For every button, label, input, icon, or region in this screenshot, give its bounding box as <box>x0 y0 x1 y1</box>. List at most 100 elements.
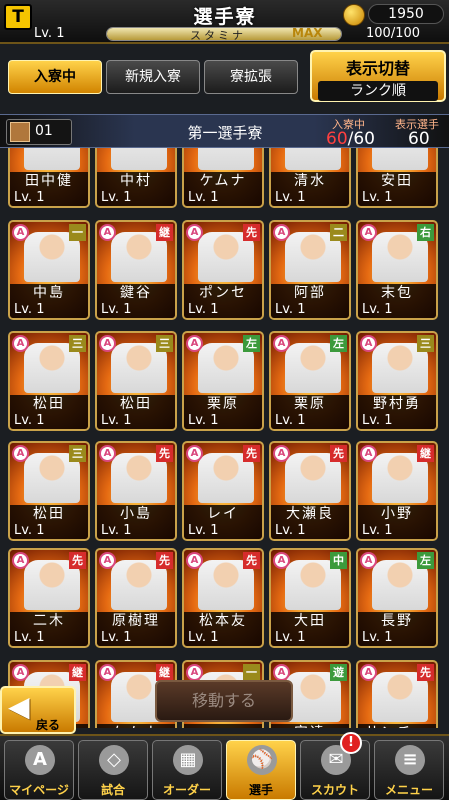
rarity-badge: A <box>99 445 116 462</box>
player-card[interactable]: A 三松田 Lv. 1 <box>8 441 90 541</box>
player-name: 二木 <box>10 612 88 630</box>
player-level: Lv. 1 <box>10 413 88 429</box>
player-level: Lv. 1 <box>358 190 436 206</box>
player-card[interactable]: A 先原樹理 Lv. 1 <box>95 548 177 648</box>
player-name: 小島 <box>97 505 175 523</box>
tab-in-dorm[interactable]: 入寮中 <box>8 60 102 94</box>
position-badge: 継 <box>156 224 173 241</box>
player-level: Lv. 1 <box>184 630 262 646</box>
player-level: Lv. 1 <box>358 523 436 539</box>
player-card[interactable]: A 先レイ Lv. 1 <box>182 441 264 541</box>
nav-item[interactable]: ≡ メニュー <box>374 740 444 800</box>
player-card[interactable]: A 二阿部 Lv. 1 <box>269 220 351 320</box>
rarity-badge: A <box>186 224 203 241</box>
player-level: Lv. 1 <box>97 413 175 429</box>
position-badge: 先 <box>243 224 260 241</box>
player-level: Lv. 1 <box>271 413 349 429</box>
stadium-icon: ◇ <box>99 745 129 775</box>
nav-item[interactable]: ◇ 試合 <box>78 740 148 800</box>
position-badge: 三 <box>69 335 86 352</box>
team-logo-icon: T <box>4 4 32 30</box>
position-badge: 三 <box>69 445 86 462</box>
position-badge: 先 <box>243 445 260 462</box>
player-level: Lv. 1 <box>184 190 262 206</box>
tab-new-entry[interactable]: 新規入寮 <box>106 60 200 94</box>
player-name: 中村 <box>97 172 175 190</box>
back-button[interactable]: ◀ 戻る <box>0 686 76 734</box>
player-level: Lv. 1 <box>271 190 349 206</box>
player-card[interactable]: A 先サンチェス <box>356 660 438 728</box>
order-icon: ▦ <box>173 745 203 775</box>
move-button[interactable]: 移動する <box>155 680 293 722</box>
nav-label: メニュー <box>384 783 433 797</box>
player-photo <box>285 148 341 170</box>
nav-item[interactable]: A マイページ <box>4 740 74 800</box>
player-level: Lv. 1 <box>358 630 436 646</box>
player-card[interactable]: A 左栗原 Lv. 1 <box>269 331 351 431</box>
player-grid: 田中健 Lv. 1 中村 Lv. 1 ケムナ Lv. 1 清水 Lv. 1 安田 Lv. 1A一中… <box>0 148 449 728</box>
nav-item[interactable]: ▦ オーダー <box>152 740 222 800</box>
player-name: 阿部 <box>271 284 349 302</box>
nav-item[interactable]: ⚾ 選手 <box>226 740 296 800</box>
player-card[interactable]: A 継小野 Lv. 1 <box>356 441 438 541</box>
mypage-icon: A <box>25 745 55 775</box>
player-card[interactable]: A 左長野 Lv. 1 <box>356 548 438 648</box>
player-card[interactable]: A 三松田 Lv. 1 <box>95 331 177 431</box>
sort-title: 表示切替 <box>345 59 410 78</box>
player-card[interactable]: A 先大瀬良 Lv. 1 <box>269 441 351 541</box>
player-card[interactable]: A 三野村勇 Lv. 1 <box>356 331 438 431</box>
player-card[interactable]: A 先二木 Lv. 1 <box>8 548 90 648</box>
player-card[interactable]: A 一中島 Lv. 1 <box>8 220 90 320</box>
player-card[interactable]: A 右末包 Lv. 1 <box>356 220 438 320</box>
player-name: 安田 <box>358 172 436 190</box>
shown-players-count: 60 <box>408 129 430 149</box>
position-badge: 左 <box>243 335 260 352</box>
position-badge: 左 <box>417 552 434 569</box>
player-level: Lv. 1 <box>184 302 262 318</box>
dorm-selector[interactable]: 01 <box>6 119 72 145</box>
player-name: 鍵谷 <box>97 284 175 302</box>
sort-value: ランク順 <box>318 81 438 101</box>
screen-title: 選手寮 <box>193 6 257 28</box>
position-badge: 三 <box>417 335 434 352</box>
player-name: 松田 <box>10 505 88 523</box>
back-label: 戻る <box>36 718 61 732</box>
position-badge: 先 <box>243 552 260 569</box>
rarity-badge: A <box>273 664 290 681</box>
player-card[interactable]: A 先ポンセ Lv. 1 <box>182 220 264 320</box>
sort-toggle-button[interactable]: 表示切替 ランク順 <box>310 50 446 102</box>
rarity-badge: A <box>12 445 29 462</box>
player-name: 原樹理 <box>97 612 175 630</box>
player-level: Lv. 1 <box>97 523 175 539</box>
tab-dorm-expand[interactable]: 寮拡張 <box>204 60 298 94</box>
player-level: Lv. 1 <box>358 302 436 318</box>
player-card[interactable]: A 継鍵谷 Lv. 1 <box>95 220 177 320</box>
stamina-label: スタミナ <box>190 29 246 42</box>
player-level: Lv. 1 <box>10 523 88 539</box>
player-card[interactable]: A 先松本友 Lv. 1 <box>182 548 264 648</box>
rarity-badge: A <box>186 335 203 352</box>
player-card[interactable]: A 中大田 Lv. 1 <box>269 548 351 648</box>
position-badge: 先 <box>69 552 86 569</box>
rarity-badge: A <box>273 552 290 569</box>
player-name <box>184 724 262 728</box>
player-card[interactable]: A 先小島 Lv. 1 <box>95 441 177 541</box>
player-level: Lv. 1 <box>10 190 88 206</box>
player-card[interactable]: A 左栗原 Lv. 1 <box>182 331 264 431</box>
rarity-badge: A <box>12 552 29 569</box>
back-arrow-icon: ◀ <box>8 690 30 723</box>
rarity-badge: A <box>12 335 29 352</box>
player-card[interactable]: 清水 Lv. 1 <box>269 148 351 208</box>
player-card[interactable]: ケムナ Lv. 1 <box>182 148 264 208</box>
player-level: Lv. 1 <box>97 190 175 206</box>
rarity-badge: A <box>186 664 203 681</box>
player-card[interactable]: 安田 Lv. 1 <box>356 148 438 208</box>
player-level: Lv. 1 <box>10 302 88 318</box>
player-card[interactable]: 中村 Lv. 1 <box>95 148 177 208</box>
player-card[interactable]: A 三松田 Lv. 1 <box>8 331 90 431</box>
top-bar: T 選手寮 1950 Lv. 1 スタミナ MAX 100/100 <box>0 0 449 44</box>
menu-icon: ≡ <box>395 745 425 775</box>
player-photo <box>198 148 254 170</box>
player-card[interactable]: 田中健 Lv. 1 <box>8 148 90 208</box>
player-name: 清水 <box>271 172 349 190</box>
